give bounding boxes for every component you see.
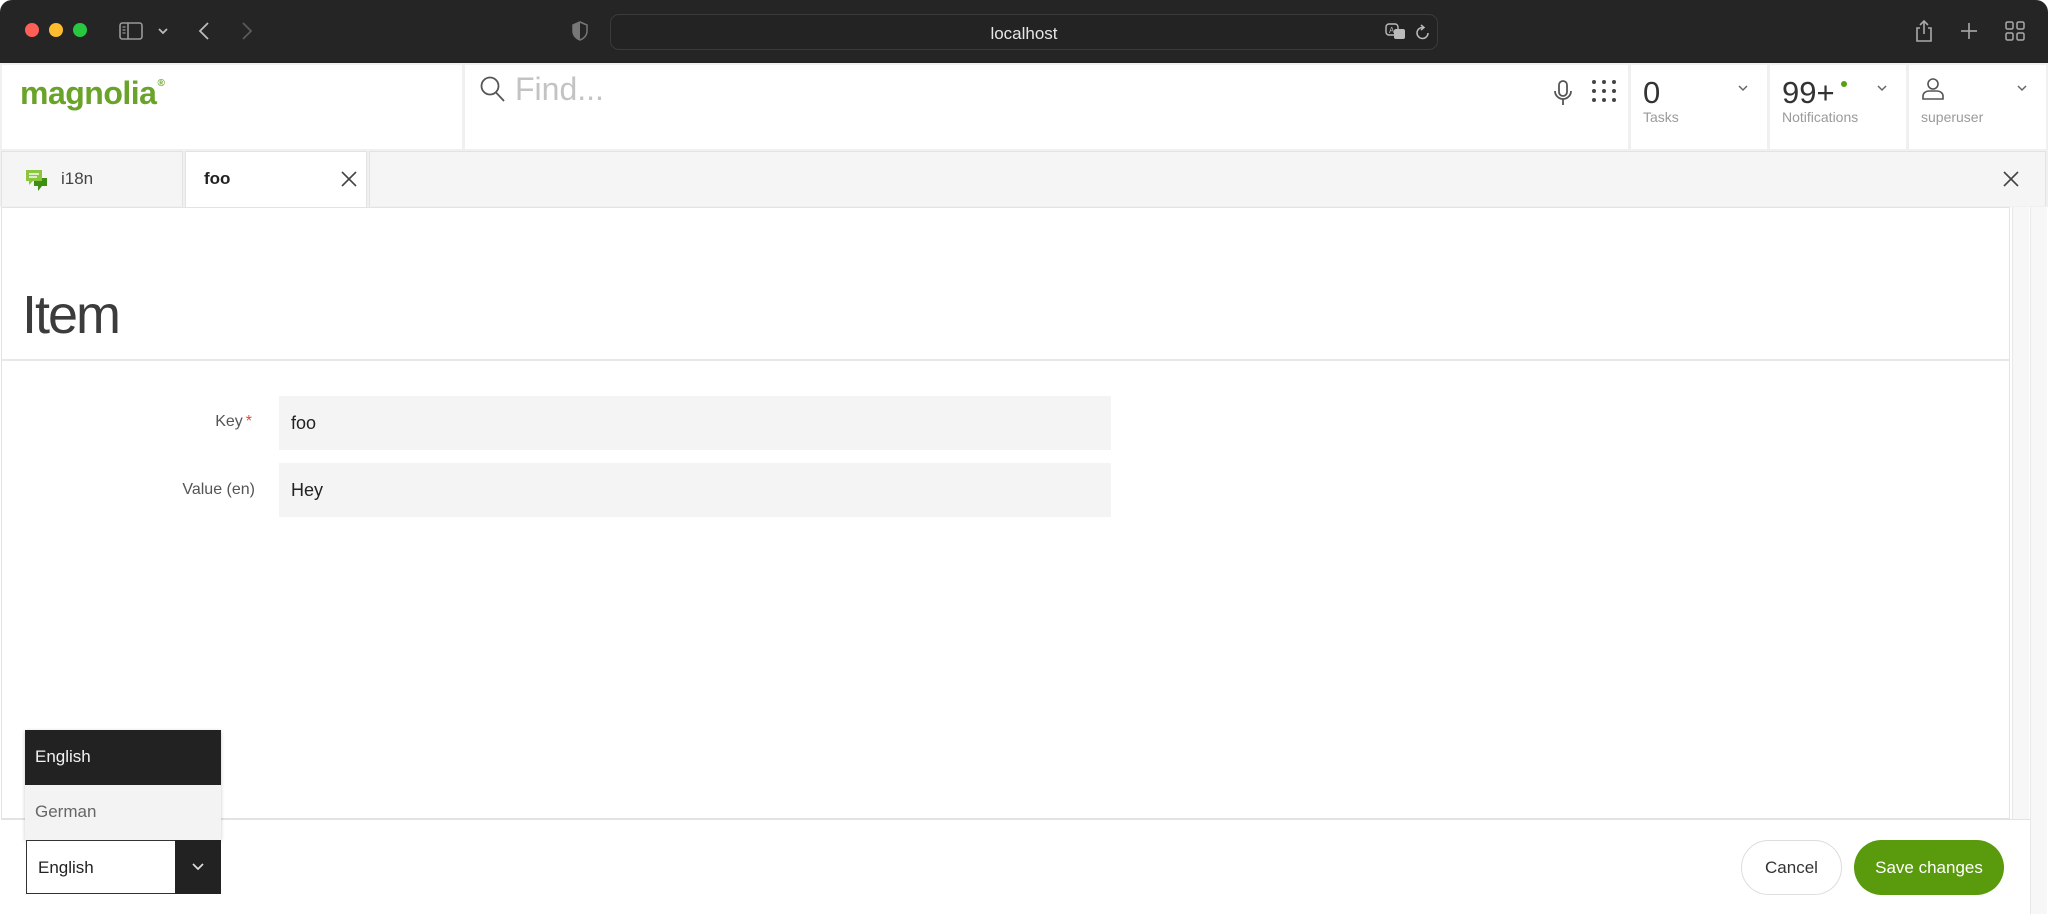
value-field[interactable] [279, 463, 1111, 517]
language-select-toggle[interactable] [175, 840, 221, 894]
tasks-indicator[interactable]: 0 Tasks [1631, 65, 1767, 149]
reload-icon[interactable] [1413, 20, 1433, 44]
tab-i18n[interactable]: i18n [1, 151, 183, 206]
dialog-footer [1, 819, 2030, 914]
search-icon [479, 75, 507, 110]
tasks-label: Tasks [1643, 109, 1679, 125]
registered-mark: ® [157, 78, 165, 89]
new-tab-icon[interactable] [1958, 16, 1980, 46]
key-field[interactable] [279, 396, 1111, 450]
app-logo[interactable]: magnolia® [2, 65, 462, 149]
value-label: Value (en) [182, 481, 255, 498]
language-selected-value: English [38, 858, 94, 877]
minimize-window-button[interactable] [49, 23, 63, 37]
required-marker: * [245, 413, 252, 430]
user-icon [1921, 77, 1945, 106]
unread-dot [1840, 81, 1847, 87]
chevron-down-icon[interactable] [2016, 79, 2028, 97]
key-label: Key * [215, 413, 252, 430]
back-icon[interactable] [195, 16, 213, 46]
app-launcher-icon[interactable] [1591, 79, 1617, 108]
language-option-english[interactable]: English [25, 730, 221, 785]
maximize-window-button[interactable] [73, 23, 87, 37]
svg-text:A: A [1389, 26, 1395, 35]
sidebar-icon[interactable] [117, 16, 145, 46]
notifications-indicator[interactable]: 99+ Notifications [1770, 65, 1906, 149]
scrollbar[interactable] [2012, 207, 2029, 819]
page-title: Item [22, 285, 121, 345]
notifications-label: Notifications [1782, 109, 1859, 125]
chevron-down-icon [191, 858, 205, 876]
address-bar[interactable]: localhost A [610, 14, 1438, 50]
tab-strip-empty [369, 151, 2046, 206]
search-bar[interactable]: Find... [465, 65, 1628, 149]
outer-scrollbar[interactable] [2030, 207, 2047, 914]
chevron-down-icon[interactable] [1737, 79, 1749, 97]
forward-icon[interactable] [238, 16, 256, 46]
tab-label: i18n [61, 169, 94, 188]
notifications-count: 99+ [1782, 75, 1835, 110]
logo-text: magnolia [20, 75, 157, 111]
tab-strip: i18n foo [0, 151, 2048, 207]
browser-toolbar: localhost A [0, 0, 2048, 64]
close-tab-icon[interactable] [340, 170, 358, 193]
shield-icon [570, 16, 590, 46]
microphone-icon[interactable] [1553, 79, 1573, 112]
user-menu[interactable]: superuser [1909, 65, 2046, 149]
close-all-icon[interactable] [2002, 170, 2020, 193]
url-text: localhost [990, 24, 1058, 43]
language-option-german[interactable]: German [25, 785, 221, 840]
chat-bubbles-icon [25, 168, 49, 197]
title-divider [1, 359, 2009, 361]
search-input[interactable]: Find... [515, 71, 604, 108]
app-header: magnolia® Find... 0 Tasks 99+ Notificati… [0, 63, 2048, 151]
tab-label: foo [204, 169, 231, 188]
tasks-count: 0 [1643, 75, 1661, 110]
close-window-button[interactable] [25, 23, 39, 37]
share-icon[interactable] [1913, 16, 1935, 46]
chevron-down-icon[interactable] [155, 16, 171, 46]
translate-icon[interactable]: A [1384, 20, 1408, 44]
chevron-down-icon[interactable] [1876, 79, 1888, 97]
tab-overview-icon[interactable] [2004, 16, 2026, 46]
save-changes-button[interactable]: Save changes [1854, 840, 2004, 895]
tab-foo[interactable]: foo [185, 151, 367, 207]
cancel-button[interactable]: Cancel [1741, 840, 1842, 895]
username: superuser [1921, 109, 1984, 125]
language-dropdown-list: English German [25, 730, 221, 840]
